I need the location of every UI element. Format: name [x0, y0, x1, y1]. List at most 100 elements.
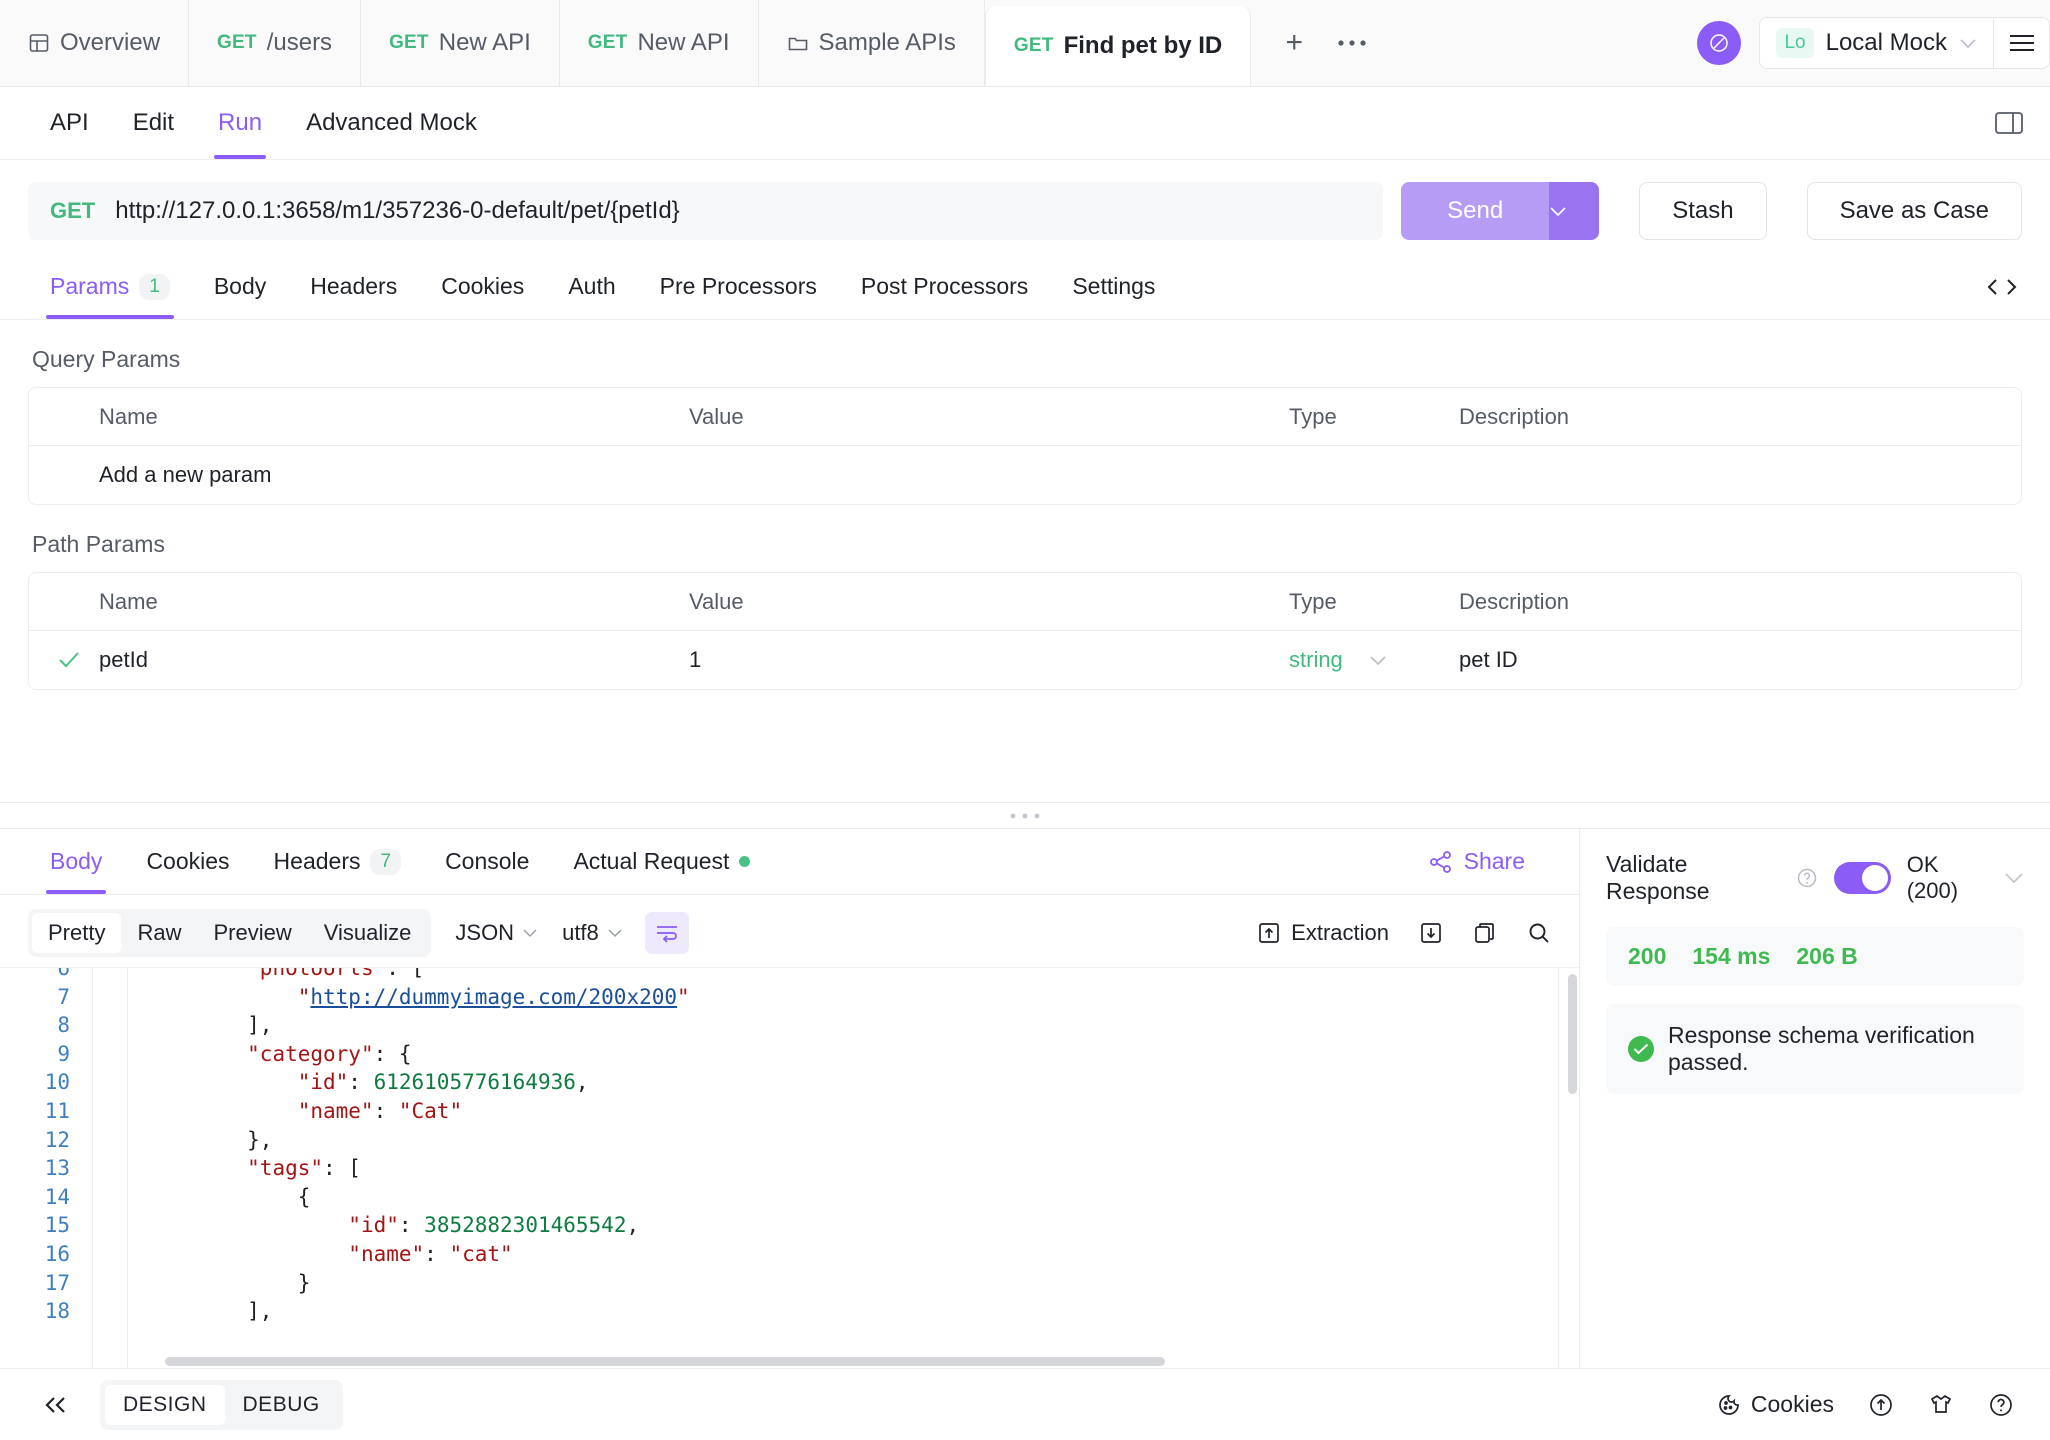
collapse-sidebar-button[interactable] — [26, 1395, 86, 1415]
upload-button[interactable] — [1868, 1392, 1894, 1418]
overview-icon — [28, 32, 50, 54]
extraction-button[interactable]: Extraction — [1257, 920, 1389, 946]
response-tab-label: Cookies — [146, 848, 230, 874]
params-count-badge: 1 — [139, 273, 170, 300]
cookies-button[interactable]: Cookies — [1717, 1391, 1834, 1418]
request-tab-params[interactable]: Params 1 — [28, 254, 192, 319]
shirt-button[interactable] — [1928, 1392, 1954, 1418]
code-content[interactable]: "photoUrls": [ "http://dummyimage.com/20… — [128, 968, 1579, 1368]
environment-selector[interactable]: Lo Local Mock — [1759, 17, 1994, 69]
query-params-empty-row[interactable]: Add a new param — [29, 446, 2021, 504]
add-tab-button[interactable]: + — [1265, 14, 1323, 72]
subnav-label: Run — [218, 109, 263, 136]
code-pane[interactable]: 6 7 8 9 10 11 12 13 14 15 16 17 18 "photoUrls": [ "h… — [0, 968, 1579, 1368]
view-mode-pretty[interactable]: Pretty — [32, 913, 122, 953]
param-type[interactable]: string — [1289, 647, 1459, 673]
response-tab-body[interactable]: Body — [28, 829, 124, 894]
tab-method: GET — [389, 32, 429, 53]
toggle-side-panel-button[interactable] — [1994, 87, 2050, 159]
code-line[interactable]: ], — [146, 1011, 1579, 1040]
tab-sample-apis[interactable]: Sample APIs — [759, 0, 985, 86]
code-line[interactable]: { — [146, 1183, 1579, 1212]
subnav-item-api[interactable]: API — [28, 87, 111, 159]
send-options-button[interactable] — [1549, 182, 1600, 240]
tab-bar-right: Lo Local Mock — [1697, 0, 2050, 86]
line-number: 12 — [44, 1127, 70, 1152]
share-button[interactable]: Share — [1428, 829, 1551, 894]
tab-overview[interactable]: Overview — [0, 0, 190, 86]
word-wrap-button[interactable] — [644, 912, 689, 954]
code-line[interactable]: }, — [146, 1126, 1579, 1155]
search-button[interactable] — [1527, 921, 1551, 945]
sync-status-icon[interactable] — [1697, 21, 1742, 65]
response-tab-console[interactable]: Console — [423, 829, 551, 894]
request-tab-settings[interactable]: Settings — [1050, 254, 1177, 319]
param-description[interactable]: pet ID — [1459, 647, 2021, 673]
more-tabs-button[interactable] — [1323, 14, 1381, 72]
response-toolbar-right: Extraction — [1257, 920, 1551, 946]
table-row[interactable]: petId 1 string pet ID — [29, 631, 2021, 689]
request-tab-auth[interactable]: Auth — [546, 254, 637, 319]
code-line[interactable]: ], — [146, 1297, 1579, 1326]
validate-status-option: OK (200) — [1906, 852, 1959, 903]
save-as-case-button[interactable]: Save as Case — [1806, 182, 2022, 240]
view-mode-visualize[interactable]: Visualize — [308, 913, 428, 953]
line-number: 17 — [44, 1270, 70, 1295]
code-line[interactable]: "id": 3852882301465542, — [146, 1211, 1579, 1240]
copy-button[interactable] — [1473, 921, 1497, 945]
code-horizontal-scrollbar[interactable] — [165, 1357, 1165, 1366]
code-fold-column[interactable] — [92, 968, 128, 1368]
code-line[interactable]: "name": "cat" — [146, 1240, 1579, 1269]
tab-users[interactable]: GET /users — [189, 0, 362, 86]
subnav-item-edit[interactable]: Edit — [111, 87, 196, 159]
add-new-param-input[interactable]: Add a new param — [99, 462, 689, 488]
tab-new-api-1[interactable]: GET New API — [361, 0, 560, 86]
mode-design[interactable]: DESIGN — [105, 1384, 225, 1425]
code-line[interactable]: "id": 6126105776164936, — [146, 1068, 1579, 1097]
response-tab-cookies[interactable]: Cookies — [124, 829, 251, 894]
code-line[interactable]: "category": { — [146, 1040, 1579, 1069]
request-tab-pre-processors[interactable]: Pre Processors — [638, 254, 839, 319]
response-tab-headers[interactable]: Headers 7 — [252, 829, 424, 894]
param-value[interactable]: 1 — [689, 647, 1289, 673]
code-line[interactable]: "name": "Cat" — [146, 1097, 1579, 1126]
code-line[interactable]: } — [146, 1269, 1579, 1298]
subnav-item-advanced-mock[interactable]: Advanced Mock — [284, 87, 499, 159]
code-line[interactable]: "photoUrls": [ — [146, 968, 1579, 983]
request-tab-label: Auth — [568, 273, 616, 299]
download-button[interactable] — [1419, 921, 1443, 945]
mode-debug[interactable]: DEBUG — [225, 1385, 338, 1425]
copy-icon — [1473, 921, 1497, 945]
request-tab-body[interactable]: Body — [192, 254, 288, 319]
code-vertical-scrollbar[interactable] — [1568, 974, 1577, 1094]
help-icon[interactable] — [1796, 867, 1818, 889]
code-snippet-icon[interactable] — [1986, 254, 2022, 319]
view-mode-raw[interactable]: Raw — [121, 913, 197, 953]
view-mode-preview[interactable]: Preview — [197, 913, 307, 953]
panel-splitter[interactable] — [0, 802, 2050, 828]
param-name[interactable]: petId — [99, 647, 689, 673]
url-input[interactable]: GET http://127.0.0.1:3658/m1/357236-0-de… — [28, 182, 1384, 240]
request-tab-cookies[interactable]: Cookies — [419, 254, 546, 319]
request-tab-headers[interactable]: Headers — [288, 254, 419, 319]
encoding-label: utf8 — [562, 920, 599, 945]
row-checkbox[interactable] — [57, 651, 99, 669]
response-tab-actual-request[interactable]: Actual Request — [551, 829, 772, 894]
code-line[interactable]: "http://dummyimage.com/200x200" — [146, 983, 1579, 1012]
help-button[interactable] — [1988, 1392, 2014, 1418]
subnav-item-run[interactable]: Run — [196, 87, 284, 159]
menu-button[interactable] — [1994, 17, 2050, 69]
tab-find-pet-by-id[interactable]: GET Find pet by ID — [984, 6, 1252, 86]
encoding-selector[interactable]: utf8 — [562, 920, 623, 946]
stash-button[interactable]: Stash — [1639, 182, 1767, 240]
response-body-editor[interactable]: 6 7 8 9 10 11 12 13 14 15 16 17 18 "photoUrls": [ "h… — [0, 967, 1579, 1368]
request-tab-post-processors[interactable]: Post Processors — [839, 254, 1050, 319]
response-stats-card: 200 154 ms 206 B — [1606, 927, 2024, 986]
validate-response-toggle[interactable] — [1834, 862, 1891, 894]
chevron-down-icon[interactable] — [2004, 872, 2024, 884]
send-button[interactable]: Send — [1401, 182, 1550, 240]
code-line[interactable]: "tags": [ — [146, 1154, 1579, 1183]
format-selector[interactable]: JSON — [455, 920, 538, 946]
tab-new-api-2[interactable]: GET New API — [560, 0, 759, 86]
path-params-table: Name Value Type Description petId 1 stri… — [28, 572, 2022, 690]
